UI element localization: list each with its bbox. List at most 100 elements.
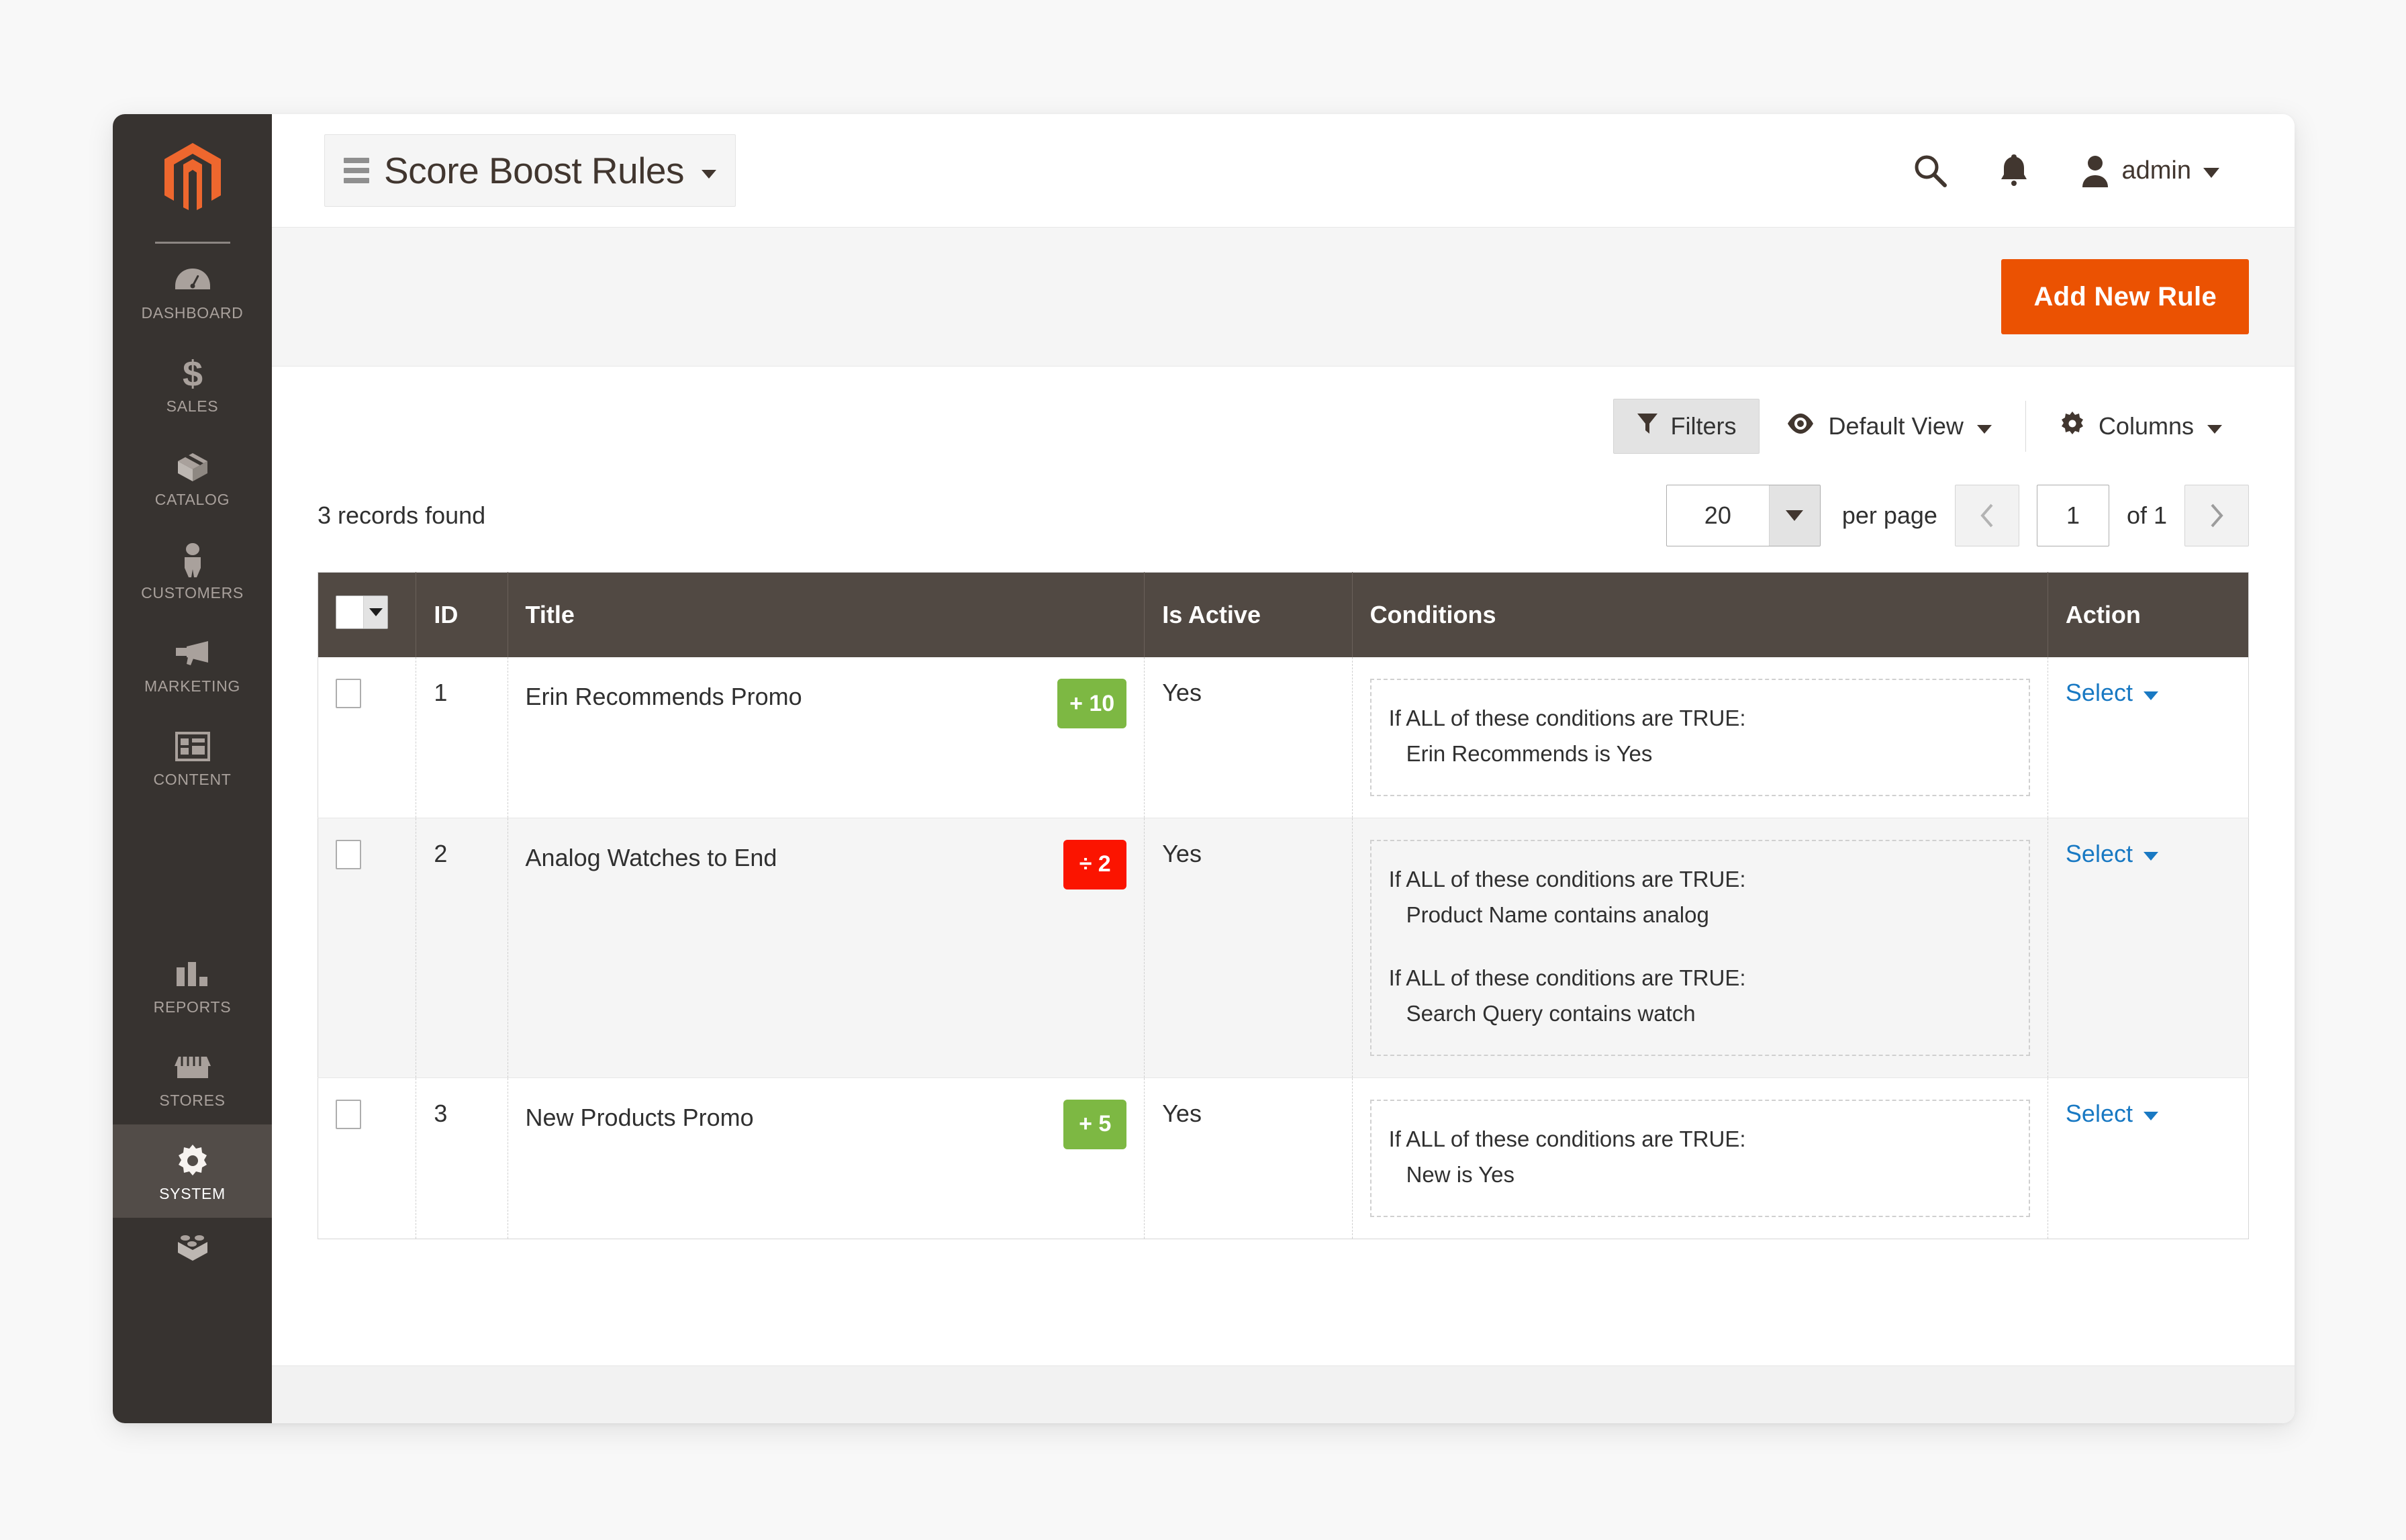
- sidebar-item-catalog[interactable]: CATALOG: [113, 430, 272, 524]
- select-all-dropdown[interactable]: [336, 595, 388, 629]
- row-select-cell: [318, 1077, 417, 1239]
- hamburger-menu-icon[interactable]: [344, 158, 369, 183]
- grid-meta-bar: 3 records found 20 per page 1 of 1: [272, 454, 2295, 546]
- sidebar-item-label: MARKETING: [144, 677, 241, 695]
- column-header-title[interactable]: Title: [508, 572, 1145, 657]
- default-view-label: Default View: [1828, 412, 1964, 440]
- column-header-action: Action: [2048, 572, 2249, 657]
- sidebar-item-label: DASHBOARD: [141, 304, 244, 322]
- row-action-label: Select: [2065, 679, 2133, 706]
- grid-bottom-padding: [318, 1239, 2249, 1280]
- search-icon[interactable]: [1913, 153, 1947, 188]
- sidebar-item-label: SYSTEM: [159, 1185, 226, 1202]
- condition-detail: Product Name contains analog: [1406, 902, 1709, 928]
- row-select-cell: [318, 818, 417, 1078]
- boost-badge: + 5: [1063, 1099, 1127, 1149]
- table-header-row: ID Title Is Active Conditions Action: [318, 572, 2249, 657]
- rule-title: Analog Watches to End: [525, 843, 777, 871]
- row-action-label: Select: [2065, 839, 2133, 867]
- page-actions-bar: Add New Rule: [272, 227, 2295, 367]
- sidebar-item-content[interactable]: CONTENT: [113, 710, 272, 804]
- table-row[interactable]: 3 New Products Promo + 5 Yes If ALL of t…: [318, 1077, 2249, 1239]
- boost-badge: + 10: [1057, 679, 1127, 728]
- magento-logo-icon: [164, 143, 221, 210]
- row-conditions-cell: If ALL of these conditions are TRUE: Pro…: [1352, 818, 2048, 1078]
- conditions-box: If ALL of these conditions are TRUE: New…: [1369, 1099, 2030, 1217]
- sidebar-item-label: SALES: [166, 397, 219, 415]
- chevron-down-icon[interactable]: [702, 169, 716, 179]
- records-found-label: 3 records found: [318, 501, 486, 529]
- sidebar-item-stores[interactable]: STORES: [113, 1031, 272, 1124]
- eye-icon: [1786, 412, 1815, 441]
- condition-detail: Erin Recommends is Yes: [1406, 741, 1653, 767]
- user-menu[interactable]: admin: [2080, 154, 2219, 187]
- storefront-icon: [173, 1049, 212, 1086]
- sidebar-item-extensions[interactable]: [113, 1218, 272, 1263]
- condition-group: If ALL of these conditions are TRUE: Eri…: [1389, 700, 2011, 772]
- row-checkbox[interactable]: [336, 679, 361, 708]
- column-header-id[interactable]: ID: [416, 572, 508, 657]
- default-view-dropdown[interactable]: Default View: [1760, 399, 2018, 454]
- row-title-cell: Analog Watches to End ÷ 2: [508, 818, 1145, 1078]
- row-select-cell: [318, 657, 417, 818]
- rule-title: New Products Promo: [525, 1103, 754, 1131]
- row-title-cell: New Products Promo + 5: [508, 1077, 1145, 1239]
- next-page-button[interactable]: [2184, 485, 2249, 546]
- chevron-down-icon: [2143, 852, 2158, 861]
- row-conditions-cell: If ALL of these conditions are TRUE: Eri…: [1352, 657, 2048, 818]
- previous-page-button[interactable]: [1954, 485, 2019, 546]
- row-action-select[interactable]: Select: [2066, 1100, 2158, 1128]
- row-checkbox[interactable]: [336, 839, 361, 869]
- admin-window: DASHBOARD $ SALES CATALOG CUSTOMERS MARK…: [113, 114, 2295, 1423]
- table-row[interactable]: 1 Erin Recommends Promo + 10 Yes If ALL …: [318, 657, 2249, 818]
- sidebar-item-label: CONTENT: [153, 771, 232, 788]
- chevron-down-icon: [2207, 424, 2222, 434]
- row-action-select[interactable]: Select: [2066, 840, 2158, 868]
- columns-dropdown[interactable]: Columns: [2033, 399, 2249, 454]
- box-icon: [174, 448, 211, 485]
- page-title-box[interactable]: Score Boost Rules: [324, 134, 736, 207]
- per-page-select[interactable]: 20: [1666, 485, 1821, 546]
- table-header: ID Title Is Active Conditions Action: [318, 572, 2249, 657]
- per-page-value: 20: [1704, 501, 1731, 529]
- bell-icon[interactable]: [1999, 153, 2029, 188]
- select-all-checkbox[interactable]: [336, 596, 363, 628]
- chevron-down-icon: [2143, 691, 2158, 700]
- row-is-active-cell: Yes: [1144, 1077, 1353, 1239]
- chevron-down-icon: [2143, 1112, 2158, 1121]
- chevron-down-icon[interactable]: [363, 596, 387, 628]
- row-action-select[interactable]: Select: [2066, 679, 2158, 707]
- row-checkbox[interactable]: [336, 1099, 361, 1129]
- sidebar-item-marketing[interactable]: MARKETING: [113, 617, 272, 710]
- page-number-input[interactable]: 1: [2036, 485, 2109, 546]
- funnel-icon: [1637, 412, 1658, 441]
- column-header-conditions[interactable]: Conditions: [1352, 572, 2048, 657]
- gear-icon: [175, 1142, 210, 1180]
- condition-header: If ALL of these conditions are TRUE:: [1388, 1126, 1746, 1151]
- filters-button[interactable]: Filters: [1613, 399, 1760, 454]
- chevron-down-icon: [2203, 167, 2219, 178]
- condition-header: If ALL of these conditions are TRUE:: [1388, 706, 1746, 730]
- column-header-is-active[interactable]: Is Active: [1144, 572, 1353, 657]
- grid-toolbar: Filters Default View Columns: [272, 367, 2295, 454]
- page-header: Score Boost Rules admin: [272, 114, 2295, 227]
- sidebar-item-system[interactable]: SYSTEM: [113, 1124, 272, 1218]
- row-is-active-cell: Yes: [1144, 818, 1353, 1078]
- sidebar-item-reports[interactable]: REPORTS: [113, 938, 272, 1031]
- row-conditions-cell: If ALL of these conditions are TRUE: New…: [1352, 1077, 2048, 1239]
- person-icon: [178, 541, 207, 579]
- table-row[interactable]: 2 Analog Watches to End ÷ 2 Yes If ALL o…: [318, 818, 2249, 1078]
- add-new-rule-button[interactable]: Add New Rule: [2001, 259, 2249, 334]
- sidebar-item-label: CATALOG: [154, 491, 230, 508]
- per-page-label: per page: [1841, 501, 1937, 529]
- chevron-down-icon: [1768, 485, 1820, 546]
- sidebar-item-sales[interactable]: $ SALES: [113, 337, 272, 430]
- dashboard-gauge-icon: [174, 261, 211, 299]
- row-action-cell: Select: [2048, 818, 2248, 1077]
- sidebar-item-customers[interactable]: CUSTOMERS: [113, 524, 272, 617]
- user-name-label: admin: [2121, 156, 2192, 185]
- sidebar-item-dashboard[interactable]: DASHBOARD: [113, 244, 272, 337]
- condition-detail: Search Query contains watch: [1406, 1001, 1696, 1026]
- magento-logo[interactable]: [113, 114, 272, 242]
